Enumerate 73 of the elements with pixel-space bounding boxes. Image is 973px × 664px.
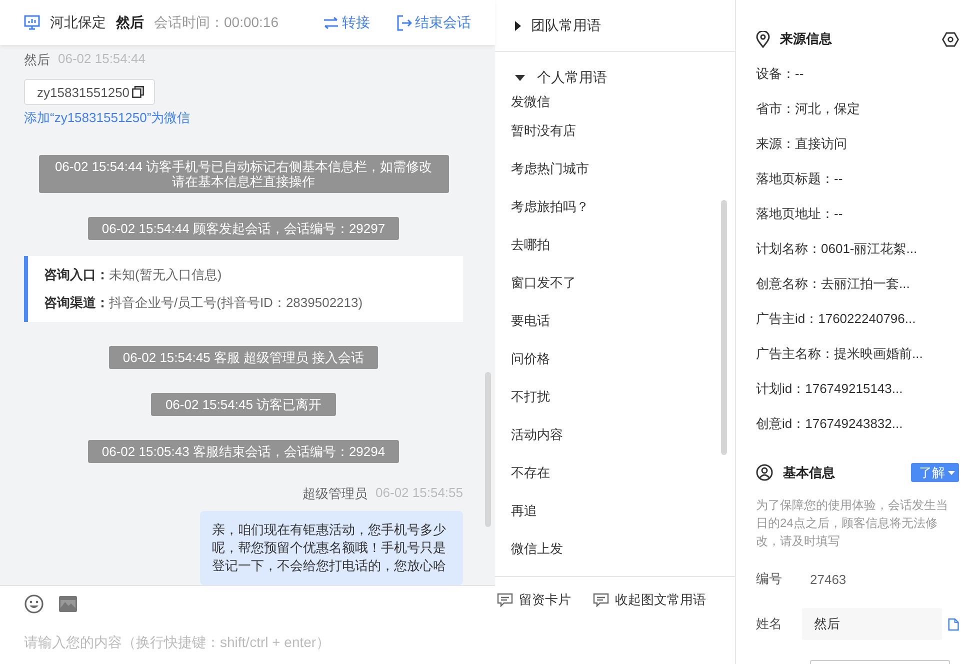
end-session-button[interactable]: 结束会话 <box>396 14 471 32</box>
input-field[interactable]: 然后 <box>802 608 942 640</box>
phrase-item[interactable]: 去哪拍 <box>495 226 566 264</box>
phrase-item[interactable]: 要电话 <box>495 302 566 340</box>
system-message: 06-02 15:54:45 客服 超级管理员 接入会话 <box>108 346 378 369</box>
phrase-group-header[interactable]: 团队常用语 <box>495 0 735 52</box>
caret-down-icon <box>515 75 525 81</box>
phrase-item[interactable]: 考虑热门城市 <box>495 150 605 188</box>
location-pin-icon <box>756 30 770 48</box>
source-info-row-text: 落地页地址：-- <box>756 205 844 223</box>
field-label: 编号 <box>756 570 783 588</box>
phrase-item[interactable]: 窗口发不了 <box>495 264 592 302</box>
sender-name: 然后 <box>24 51 50 69</box>
emoji-icon[interactable] <box>24 594 44 614</box>
copy-icon[interactable] <box>132 86 144 98</box>
section-title: 基本信息 <box>783 464 835 482</box>
exit-icon <box>396 14 412 30</box>
scrollbar[interactable] <box>721 200 727 455</box>
phrase-item[interactable]: 发微信 <box>495 92 566 112</box>
phrase-group-header[interactable]: 个人常用语 <box>495 64 735 92</box>
edit-notice: 为了保障您的使用体验，会话发生当日的24点之后，顾客信息将无法修改，请及时填写 <box>756 497 949 550</box>
caret-right-icon <box>515 20 521 30</box>
source-info-row-text: 省市：河北，保定 <box>756 100 861 118</box>
phrase-item[interactable]: 活动内容 <box>495 416 579 454</box>
source-info-row-text: 创意id：176749243832... <box>756 415 904 433</box>
agent-message: 亲，咱们现在有钜惠活动，您手机号多少呢，帮您预留个优惠名额哦！手机号只是登记一下，不会给您打电话的，您放心哈 <box>200 511 463 585</box>
phrase-item[interactable]: 不打扰 <box>495 378 566 416</box>
source-info-row-text: 广告主名称：提米映画婚前... <box>756 345 924 363</box>
phrase-item[interactable]: 问价格 <box>495 340 566 378</box>
phrase-item[interactable]: 微信上发 <box>495 530 579 568</box>
collapse-phrases-button[interactable]: 收起图文常用语 <box>593 591 706 609</box>
system-message: 06-02 15:05:43 客服结束会话，会话编号：29294 <box>88 440 400 463</box>
info-label: 咨询渠道： <box>44 294 109 312</box>
wechat-id-card[interactable]: zy15831551250 <box>24 79 155 105</box>
visitor-name: 然后 <box>116 14 144 32</box>
monitor-icon <box>24 15 40 30</box>
source-info-row-text: 设备：-- <box>756 65 805 83</box>
phrase-item[interactable]: 再追 <box>495 492 553 530</box>
settings-icon[interactable] <box>942 32 959 46</box>
visitor-location: 河北保定 <box>50 14 106 32</box>
message-time: 06-02 15:54:55 <box>376 485 463 502</box>
message-icon <box>593 593 609 607</box>
system-message: 06-02 15:54:44 顾客发起会话，会话编号：29297 <box>88 217 400 240</box>
info-value: 未知(暂无入口信息) <box>109 266 222 284</box>
phrase-item[interactable]: 不存在 <box>495 454 566 492</box>
info-label: 咨询入口： <box>44 266 109 284</box>
transfer-icon <box>323 16 339 28</box>
field-value: 27463 <box>810 572 846 586</box>
info-value: 抖音企业号/员工号(抖音号ID：2839502213) <box>109 294 363 312</box>
image-icon[interactable] <box>58 594 78 614</box>
document-icon[interactable] <box>948 616 959 632</box>
source-info-row-text: 计划名称：0601-丽江花絮... <box>756 240 918 258</box>
source-info-row-text: 广告主id：176022240796... <box>756 310 917 328</box>
lead-card-button[interactable]: 留资卡片 <box>497 591 571 609</box>
message-time: 06-02 15:54:44 <box>58 51 146 68</box>
scrollbar[interactable] <box>485 372 491 527</box>
source-info-row-text: 落地页标题：-- <box>756 170 844 188</box>
phrase-item[interactable]: 考虑旅拍吗？ <box>495 188 605 226</box>
phrase-item[interactable]: 暂时没有店 <box>495 112 592 150</box>
source-info-row-text: 创意名称：去丽江拍一套... <box>756 275 911 293</box>
sender-name: 超级管理员 <box>302 485 368 503</box>
message-input[interactable]: 请输入您的内容（换行快捷键：shift/ctrl + enter） <box>24 634 471 650</box>
transfer-button[interactable]: 转接 <box>323 14 370 32</box>
field-label: 姓名 <box>756 615 783 633</box>
system-message: 06-02 15:54:44 访客手机号已自动标记右侧基本信息栏，如需修改请在基本信息栏直接操作 <box>38 155 448 193</box>
source-info-row-text: 计划id：176749215143... <box>756 380 904 398</box>
section-title: 来源信息 <box>780 30 832 48</box>
message-icon <box>497 593 513 607</box>
caret-down-icon <box>948 470 955 474</box>
system-message: 06-02 15:54:45 访客已离开 <box>151 393 336 416</box>
source-info-row-text: 来源：直接访问 <box>756 135 848 153</box>
session-duration: 会话时间：00:00:16 <box>154 14 278 32</box>
user-icon <box>756 464 773 481</box>
